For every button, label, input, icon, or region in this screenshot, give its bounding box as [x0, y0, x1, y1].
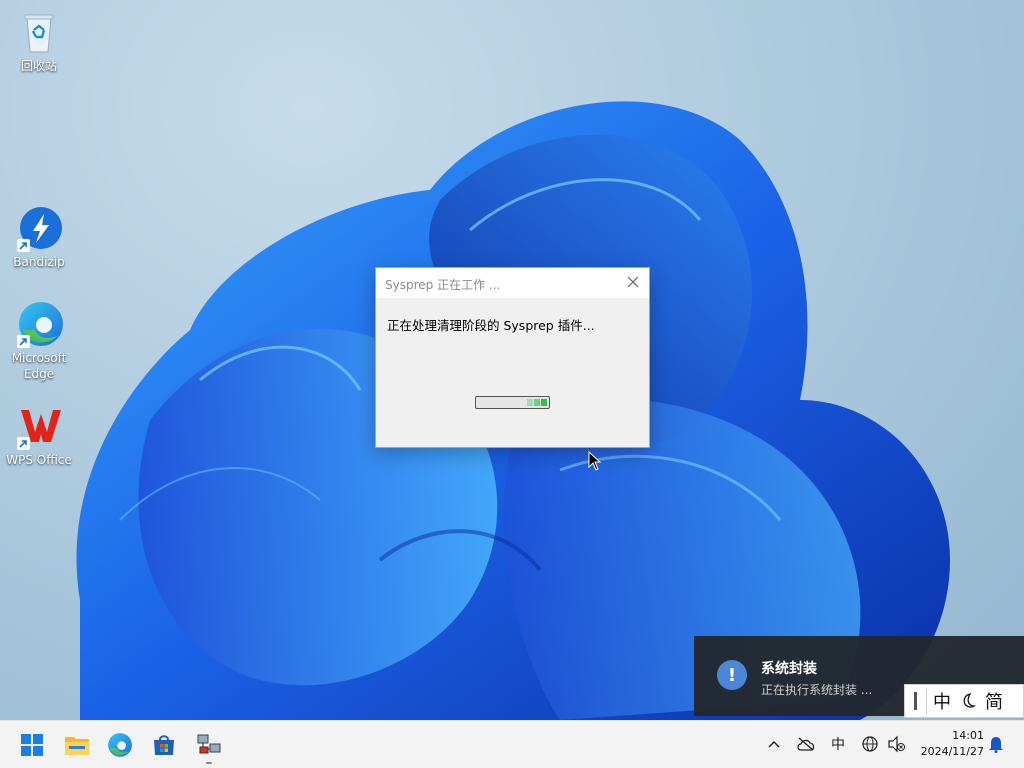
toast-title: 系统封装	[761, 661, 817, 677]
progress-bar	[475, 396, 550, 409]
edge-icon	[15, 300, 63, 348]
wps-office-icon	[15, 402, 63, 450]
taskbar: 中 14:01 2024/11/27	[0, 720, 1024, 768]
ime-drag-handle[interactable]	[914, 692, 917, 710]
desktop-icon-bandizip[interactable]: Bandizip	[1, 204, 77, 270]
desktop-icon-label: 回收站	[20, 59, 57, 73]
moon-icon[interactable]	[959, 692, 977, 710]
cloud-offline-icon[interactable]	[795, 733, 817, 755]
toast-body: 正在执行系统封装 ...	[761, 683, 873, 697]
ime-toolbar: 中 简	[904, 684, 1024, 718]
desktop-icon-label: Bandizip	[13, 255, 65, 269]
desktop-icon-wps-office[interactable]: WPS Office	[1, 402, 77, 468]
progress-block	[541, 399, 547, 406]
clock-date: 2024/11/27	[920, 745, 984, 758]
exclamation-icon: !	[717, 660, 747, 690]
sysprep-dialog: Sysprep 正在工作 ... 正在处理清理阶段的 Sysprep 插件...	[375, 267, 650, 448]
shortcut-arrow-icon	[17, 437, 30, 450]
desktop: 回收站 Bandizip Microsoft Edge WPS Office S…	[0, 0, 1024, 720]
desktop-icon-label: WPS Office	[6, 453, 72, 467]
mouse-cursor-icon	[588, 451, 602, 471]
ime-separator	[926, 688, 927, 714]
bell-icon[interactable]	[986, 733, 1006, 755]
dialog-titlebar[interactable]: Sysprep 正在工作 ...	[376, 268, 649, 298]
file-explorer-icon[interactable]	[61, 729, 93, 761]
desktop-icon-recycle-bin[interactable]: 回收站	[1, 8, 77, 74]
desktop-icon-edge[interactable]: Microsoft Edge	[1, 300, 77, 382]
progress-block	[527, 399, 533, 406]
clock[interactable]: 14:01 2024/11/27	[912, 728, 984, 760]
dialog-title: Sysprep 正在工作 ...	[385, 278, 501, 292]
desktop-icon-label: Microsoft Edge	[11, 351, 67, 381]
close-icon[interactable]	[623, 272, 643, 292]
recycle-bin-icon	[15, 8, 63, 56]
edge-icon[interactable]	[104, 729, 136, 761]
bandizip-icon	[15, 204, 63, 252]
dialog-message: 正在处理清理阶段的 Sysprep 插件...	[387, 318, 595, 333]
network-globe-icon[interactable]	[860, 733, 880, 755]
ime-script-toggle[interactable]: 简	[985, 688, 1003, 714]
ime-mode-toggle[interactable]: 中	[933, 688, 951, 714]
chevron-up-icon[interactable]	[765, 733, 783, 755]
microsoft-store-icon[interactable]	[148, 729, 180, 761]
shortcut-arrow-icon	[17, 335, 30, 348]
ime-indicator[interactable]: 中	[828, 733, 848, 755]
running-indicator	[206, 762, 212, 764]
volume-muted-icon[interactable]	[885, 733, 907, 755]
shortcut-arrow-icon	[17, 239, 30, 252]
network-admin-icon[interactable]	[193, 729, 225, 761]
start-icon[interactable]	[16, 729, 48, 761]
clock-time: 14:01	[952, 729, 984, 742]
progress-block	[534, 399, 540, 406]
